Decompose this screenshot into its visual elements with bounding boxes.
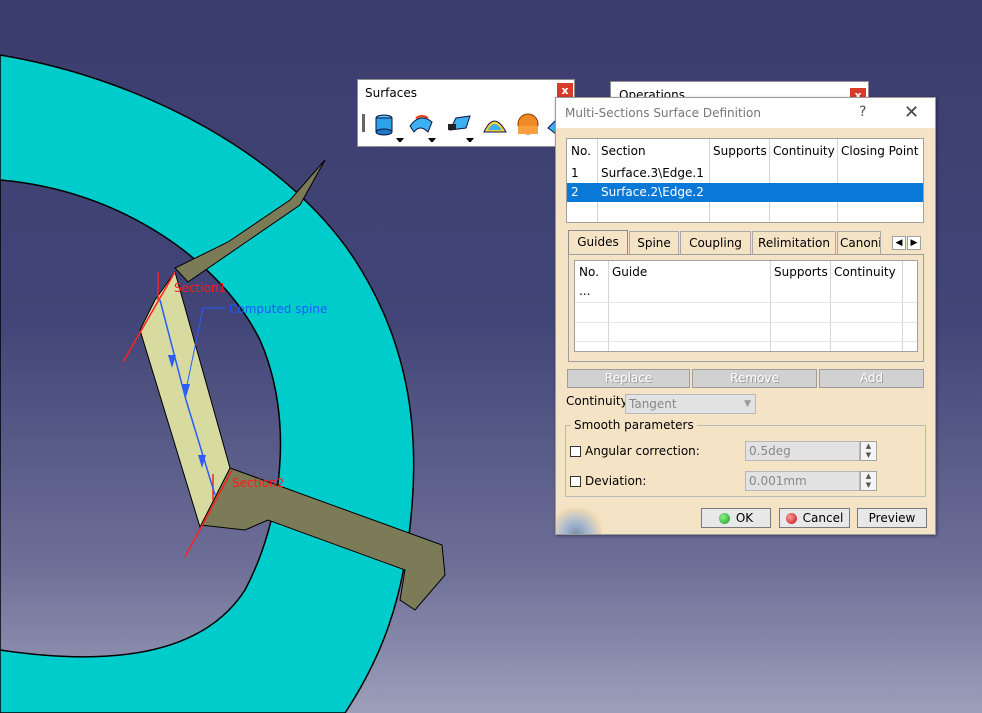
col-section[interactable]: Section [597, 139, 709, 163]
guides-col-continuity[interactable]: Continuity [830, 261, 902, 283]
deviation-label: Deviation: [585, 474, 647, 488]
preview-button[interactable]: Preview [857, 508, 927, 528]
add-button[interactable]: Add [819, 369, 924, 388]
fill-icon[interactable] [517, 113, 539, 135]
dialog-titlebar[interactable]: Multi-Sections Surface Definition ? ✕ [556, 98, 935, 128]
row-section: Surface.2\Edge.2 [601, 185, 704, 199]
deviation-spinner[interactable]: ▲ ▼ [860, 471, 877, 491]
table-row-selected[interactable]: 2 Surface.2\Edge.2 [567, 183, 923, 202]
guides-table[interactable]: No. Guide Supports Continuity ... [574, 260, 918, 352]
cancel-label: Cancel [802, 511, 844, 525]
cylinder-icon[interactable] [483, 120, 507, 133]
row-no: 1 [571, 166, 579, 180]
col-no[interactable]: No. [567, 139, 597, 163]
table-row[interactable]: 1 Surface.3\Edge.1 [567, 164, 923, 183]
sections-table-header: No. Section Supports Continuity Closing … [567, 139, 923, 163]
smooth-parameters-legend: Smooth parameters [571, 418, 697, 432]
tab-coupling[interactable]: Coupling [680, 231, 751, 254]
table-row[interactable]: ... [575, 283, 917, 301]
guides-col-supports[interactable]: Supports [770, 261, 830, 283]
toolbar-grip[interactable] [362, 114, 365, 132]
tab-strip: Guides Spine Coupling Relimitation Canon… [568, 230, 924, 255]
cancel-icon [785, 513, 797, 524]
spine-label: Computed spine [229, 302, 327, 316]
tab-relimitation[interactable]: Relimitation [752, 231, 836, 254]
sections-table[interactable]: No. Section Supports Continuity Closing … [566, 138, 924, 223]
continuity-label: Continuity: [566, 394, 631, 408]
sphere-icon[interactable] [448, 115, 474, 142]
smooth-parameters-group: Smooth parameters Angular correction: 0.… [565, 418, 926, 497]
surfaces-toolbar-title: Surfaces [365, 86, 417, 100]
replace-button[interactable]: Replace [567, 369, 690, 388]
guides-col-no[interactable]: No. [575, 261, 608, 283]
dialog-title: Multi-Sections Surface Definition [565, 106, 761, 120]
tab-canonic[interactable]: Canonic [837, 231, 881, 254]
surfaces-toolbar[interactable]: Surfaces x [357, 79, 575, 147]
tab-spine[interactable]: Spine [629, 231, 679, 254]
ok-label: OK [735, 511, 754, 525]
guides-panel: No. Guide Supports Continuity ... [568, 254, 924, 362]
revolve-icon[interactable] [409, 115, 436, 142]
help-button[interactable]: ? [859, 104, 866, 120]
angular-correction-label: Angular correction: [585, 444, 700, 458]
multi-sections-surface-dialog[interactable]: Multi-Sections Surface Definition ? ✕ No… [555, 97, 936, 535]
guides-col-guide[interactable]: Guide [608, 261, 770, 283]
deviation-checkbox[interactable] [570, 476, 581, 487]
continuity-select[interactable]: Tangent ▼ [625, 394, 756, 414]
ok-button[interactable]: OK [701, 508, 771, 528]
col-closing-point[interactable]: Closing Point [837, 139, 923, 163]
deviation-field[interactable]: 0.001mm [745, 471, 860, 491]
angular-correction-field[interactable]: 0.5deg [745, 441, 860, 461]
tab-scroll-right-icon[interactable]: ▶ [907, 236, 921, 250]
row-no: 2 [571, 185, 579, 199]
section2-label: Section2 [232, 476, 284, 490]
close-button[interactable]: ✕ [904, 102, 919, 123]
angular-correction-spinner[interactable]: ▲ ▼ [860, 441, 877, 461]
guides-table-header: No. Guide Supports Continuity [575, 261, 917, 283]
remove-button[interactable]: Remove [692, 369, 817, 388]
col-supports[interactable]: Supports [709, 139, 769, 163]
dialog-corner-graphic [556, 508, 602, 534]
continuity-value: Tangent [629, 397, 677, 411]
angular-correction-checkbox[interactable] [570, 446, 581, 457]
cancel-button[interactable]: Cancel [779, 508, 850, 528]
col-continuity[interactable]: Continuity [769, 139, 837, 163]
extrude-icon[interactable] [375, 114, 404, 142]
tab-scroll-left-icon[interactable]: ◀ [892, 236, 906, 250]
tab-guides[interactable]: Guides [568, 230, 628, 255]
row-no: ... [579, 284, 591, 298]
ok-icon [718, 513, 730, 524]
chevron-down-icon: ▼ [744, 399, 751, 409]
row-section: Surface.3\Edge.1 [601, 166, 704, 180]
section1-label: Section1 [174, 281, 226, 295]
